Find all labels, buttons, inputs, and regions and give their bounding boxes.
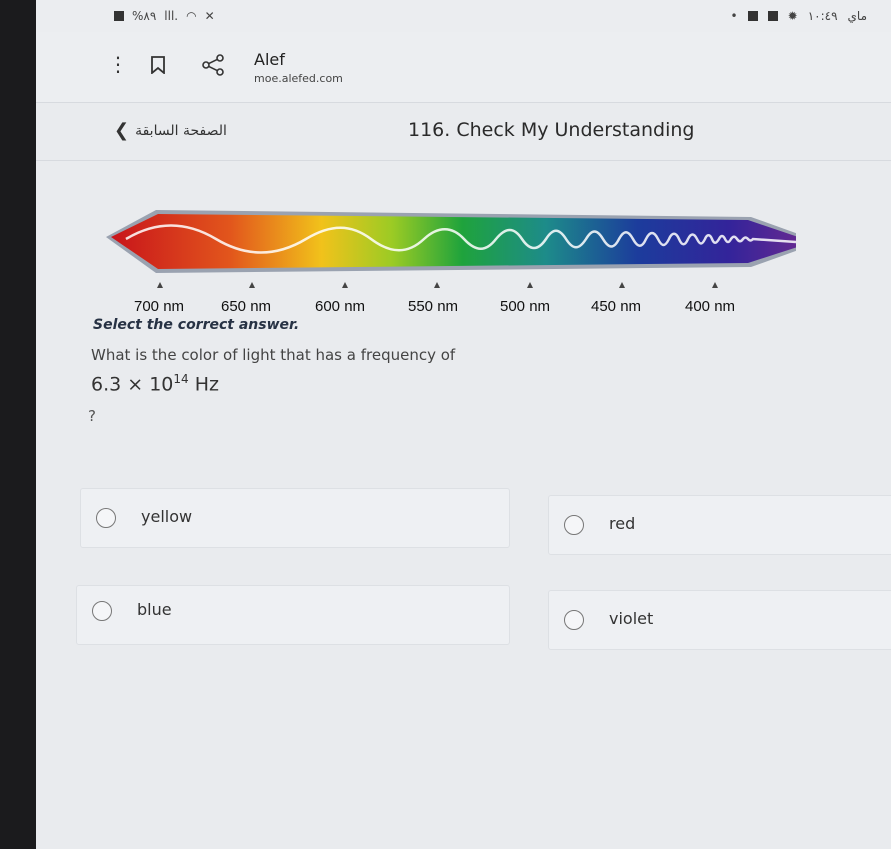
option-violet[interactable]: violet (548, 590, 891, 650)
wavelength-label: 400 nm (685, 298, 736, 315)
tick-marker (342, 282, 348, 288)
wavelength-label: 450 nm (591, 298, 642, 315)
option-label: violet (609, 609, 654, 628)
notification-dot-icon: • (730, 9, 738, 23)
more-options-icon[interactable]: ⋮ (108, 54, 128, 74)
spectrum-image (106, 210, 796, 273)
frequency-formula: 6.3 × 1014 Hz (91, 372, 219, 395)
radio-button[interactable] (96, 508, 116, 528)
status-time: ١٠:٤٩ (807, 9, 838, 23)
tick-marker (157, 282, 163, 288)
signal-icon: lll. (164, 9, 179, 23)
browser-toolbar: ⋮ Alef moe.alefed.com (36, 32, 891, 103)
option-label: red (609, 514, 636, 533)
chevron-left-icon: ❮ (114, 120, 130, 141)
gallery-icon (747, 11, 758, 21)
page-title: 116. Check My Understanding (408, 119, 695, 141)
tick-marker (527, 282, 533, 288)
option-label: yellow (141, 507, 193, 526)
mute-icon: ✕ (204, 9, 215, 23)
formula-exponent: 14 (173, 372, 189, 386)
tick-marker (249, 282, 255, 288)
previous-page-button[interactable]: ❮ الصفحة السابقة (114, 120, 227, 141)
option-blue[interactable]: blue (76, 585, 510, 645)
formula-unit: Hz (188, 373, 219, 396)
brightness-icon: ✹ (787, 9, 798, 23)
radio-button[interactable] (564, 610, 584, 630)
formula-base: 6.3 × 10 (91, 373, 174, 396)
site-title: Alef (254, 50, 285, 69)
wavelength-label: 550 nm (408, 298, 459, 315)
tick-marker (712, 282, 718, 288)
question-text: What is the color of light that has a fr… (91, 346, 456, 364)
tick-marker (619, 282, 625, 288)
wavelength-label: 650 nm (221, 298, 272, 315)
status-day: ماي (847, 9, 867, 23)
lesson-header: ❮ الصفحة السابقة 116. Check My Understan… (36, 102, 891, 161)
question-mark: ? (88, 407, 96, 425)
previous-page-label: الصفحة السابقة (135, 122, 227, 139)
bookmark-icon[interactable] (150, 56, 166, 74)
battery-level: %٨٩ (132, 9, 157, 23)
youtube-icon (767, 11, 778, 21)
site-url[interactable]: moe.alefed.com (254, 72, 343, 85)
option-label: blue (137, 600, 172, 619)
instruction-text: Select the correct answer. (93, 317, 300, 333)
status-bar: %٨٩ lll. ◠ ✕ • ✹ ١٠:٤٩ ماي (36, 0, 891, 32)
wavelength-label: 600 nm (315, 298, 366, 315)
option-yellow[interactable]: yellow (80, 488, 510, 548)
tick-marker (434, 282, 440, 288)
screen: %٨٩ lll. ◠ ✕ • ✹ ١٠:٤٩ ماي ⋮ Alef moe.al… (36, 0, 891, 849)
wifi-icon: ◠ (186, 9, 197, 23)
wavelength-label: 700 nm (134, 298, 185, 315)
option-red[interactable]: red (548, 495, 891, 555)
battery-icon (114, 11, 124, 21)
wavelength-label: 500 nm (500, 298, 551, 315)
radio-button[interactable] (92, 601, 112, 621)
radio-button[interactable] (564, 515, 584, 535)
share-icon[interactable] (202, 54, 224, 76)
